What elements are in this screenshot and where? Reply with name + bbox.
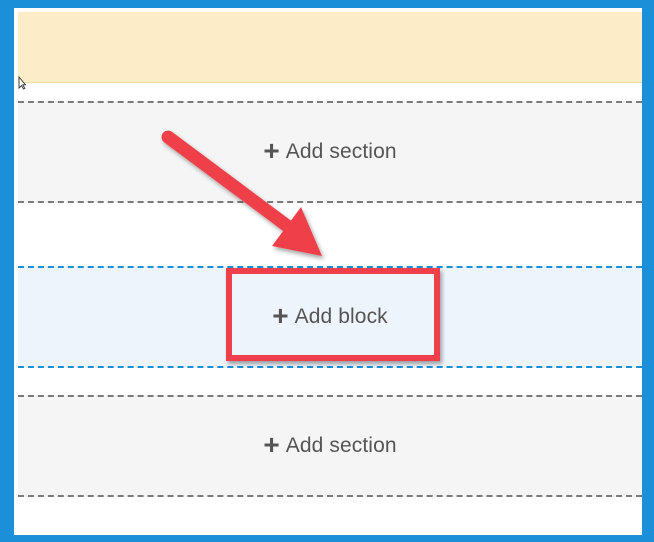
plus-icon: + (263, 134, 280, 166)
add-section-label: Add section (285, 434, 397, 457)
screenshot-frame: + Add section + Add block + Add section (0, 0, 654, 542)
add-section-button[interactable]: + Add section (263, 134, 397, 166)
layout-canvas: + Add section + Add block + Add section (18, 12, 642, 535)
add-block-label: Add block (294, 305, 388, 328)
add-section-button[interactable]: + Add section (263, 428, 397, 460)
section-placeholder: + Add section (18, 395, 642, 497)
plus-icon: + (263, 428, 280, 460)
block-region: + Add block (18, 266, 642, 368)
add-section-label: Add section (285, 140, 397, 163)
add-block-button[interactable]: + Add block (272, 299, 388, 331)
section-placeholder: + Add section (18, 101, 642, 203)
plus-icon: + (272, 299, 289, 331)
mouse-cursor-icon (18, 76, 26, 90)
header-band (18, 12, 642, 83)
